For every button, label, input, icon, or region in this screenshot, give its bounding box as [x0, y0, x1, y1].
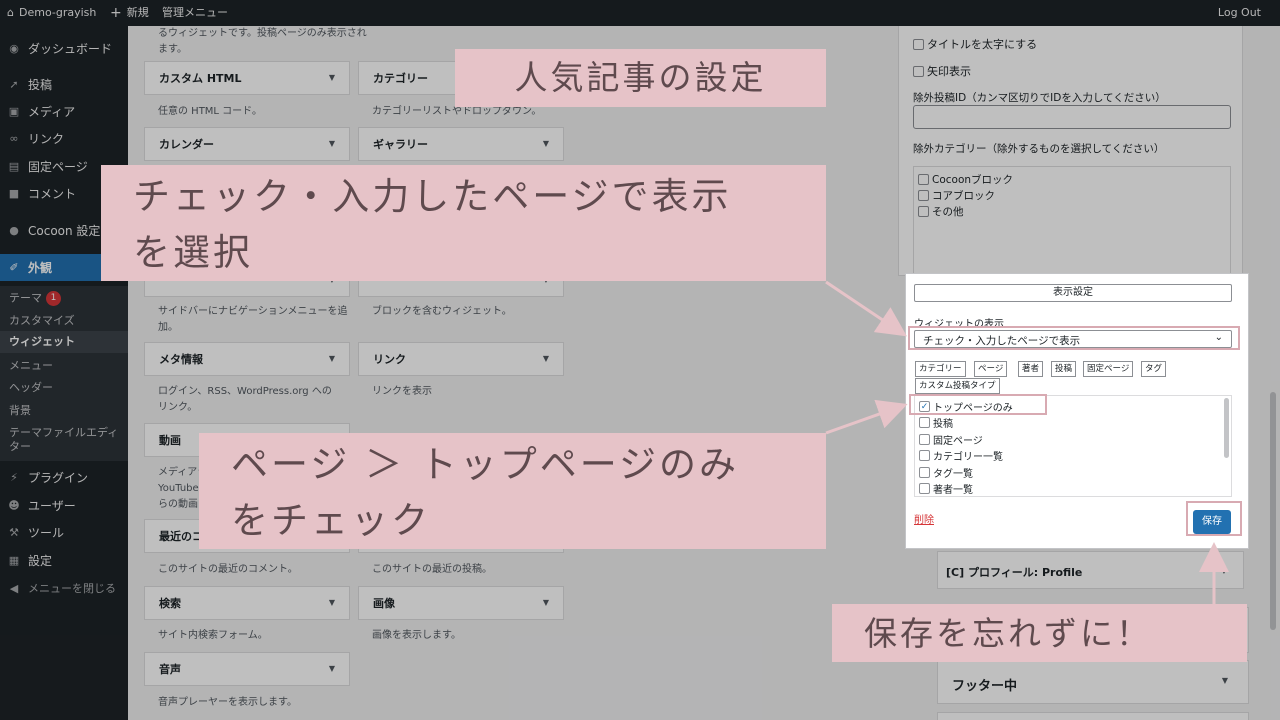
callout-step2: ページ ＞ トップページのみ をチェック: [199, 433, 826, 549]
callout-line: を選択: [133, 231, 253, 274]
callout-line: ページ ＞ トップページのみ: [231, 443, 740, 486]
callout-title: 人気記事の設定: [455, 49, 826, 107]
callout-step3: 保存を忘れずに！: [832, 604, 1247, 662]
arrow-to-option: [825, 399, 908, 435]
callout-step1: チェック・入力したページで表示 を選択: [101, 165, 826, 281]
arrow-to-select: [825, 280, 907, 337]
callout-line: チェック・入力したページで表示: [133, 175, 732, 218]
callout-line: をチェック: [231, 499, 431, 542]
